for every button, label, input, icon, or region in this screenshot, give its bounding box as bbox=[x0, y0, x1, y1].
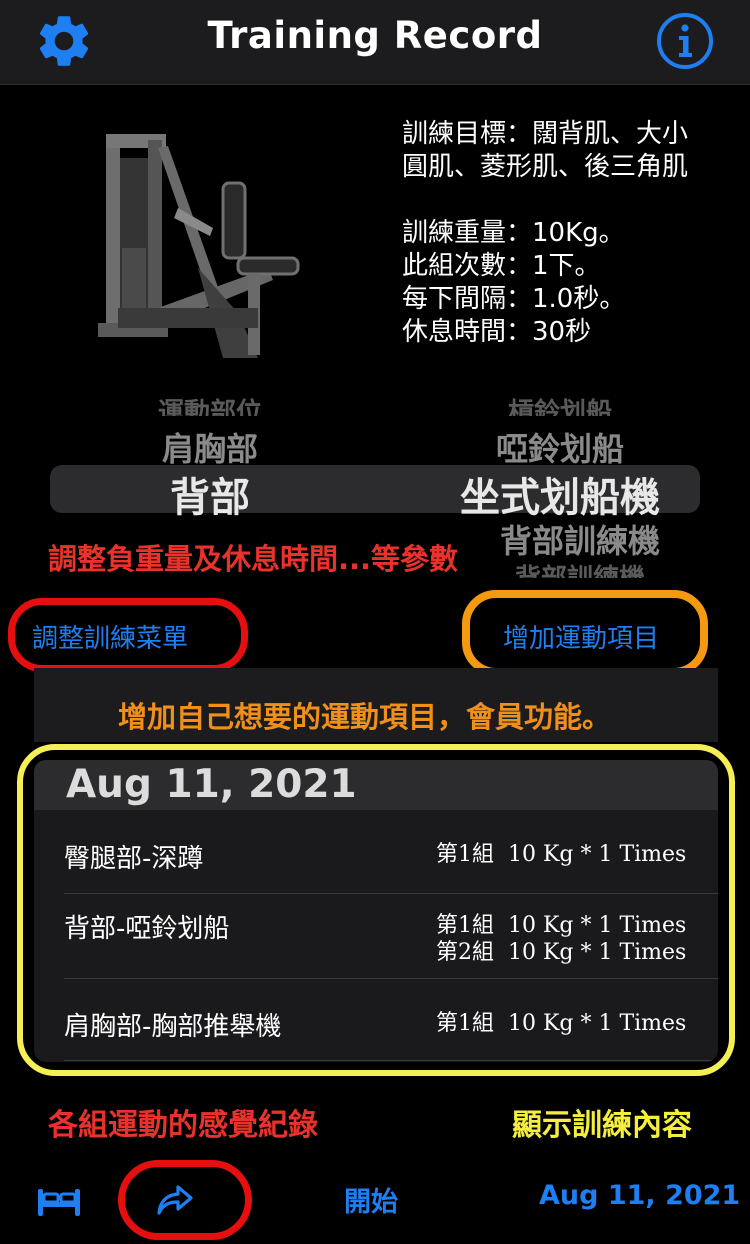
annotation-add-custom: 增加自己想要的運動項目，會員功能。 bbox=[118, 700, 612, 734]
picker-right-row[interactable]: 背部訓練機 bbox=[440, 558, 720, 578]
picker-left-selected[interactable]: 背部 bbox=[60, 465, 360, 523]
record-row-title[interactable]: 臀腿部-深蹲 bbox=[64, 838, 203, 875]
record-row-title[interactable]: 肩胸部-胸部推舉機 bbox=[64, 1006, 281, 1043]
record-row-sets: 第1組 10 Kg * 1 Times bbox=[436, 1011, 687, 1036]
record-row-title[interactable]: 背部-啞鈴划船 bbox=[64, 908, 229, 945]
record-row-sets: 第1組 10 Kg * 1 Times 第2組 10 Kg * 1 Times bbox=[436, 913, 687, 965]
record-date: Aug 11, 2021 bbox=[66, 762, 357, 807]
picker-right-selected[interactable]: 坐式划船機 bbox=[400, 465, 720, 523]
share-arrow-icon[interactable] bbox=[156, 1183, 194, 1217]
row-divider bbox=[64, 978, 718, 979]
date-selector[interactable]: Aug 11, 2021 bbox=[539, 1180, 740, 1211]
annotation-adjust-params: 調整負重量及休息時間...等參數 bbox=[48, 542, 459, 576]
nav-bar: Training Record bbox=[0, 0, 750, 85]
bed-icon[interactable] bbox=[36, 1186, 82, 1218]
section-header: Aug 11, 2021 bbox=[34, 760, 718, 810]
annotation-show-content: 顯示訓練內容 bbox=[512, 1108, 692, 1143]
exercise-info: 訓練目標：闊背肌、大小圓肌、菱形肌、後三角肌 訓練重量：10Kg。 此組次數：1… bbox=[402, 118, 732, 349]
training-record-card: Aug 11, 2021 臀腿部-深蹲 第1組 10 Kg * 1 Times … bbox=[34, 760, 718, 1062]
picker-right-row[interactable]: 背部訓練機 bbox=[440, 516, 720, 562]
add-exercise-button[interactable]: 增加運動項目 bbox=[503, 618, 659, 655]
rest-time: 休息時間：30秒 bbox=[402, 317, 592, 347]
picker-right-row[interactable]: 啞鈴划船 bbox=[400, 424, 720, 470]
start-button[interactable]: 開始 bbox=[344, 1180, 398, 1219]
info-icon[interactable] bbox=[656, 12, 714, 70]
record-row-sets: 第1組 10 Kg * 1 Times bbox=[436, 842, 687, 867]
annotation-feeling-log: 各組運動的感覺紀錄 bbox=[48, 1108, 318, 1143]
picker-left-row[interactable]: 肩胸部 bbox=[60, 424, 360, 470]
adjust-menu-button[interactable]: 調整訓練菜單 bbox=[32, 618, 188, 655]
page-title: Training Record bbox=[207, 14, 543, 57]
reps-count: 此組次數：1下。 bbox=[402, 251, 601, 281]
row-divider bbox=[64, 1060, 718, 1061]
training-weight: 訓練重量：10Kg。 bbox=[402, 218, 625, 248]
training-target: 訓練目標：闊背肌、大小圓肌、菱形肌、後三角肌 bbox=[402, 119, 689, 182]
rep-interval: 每下間隔：1.0秒。 bbox=[402, 284, 626, 314]
seated-row-machine-image bbox=[98, 134, 300, 358]
picker-right-row[interactable]: 槓鈴划船 bbox=[400, 392, 720, 416]
row-divider bbox=[64, 893, 718, 894]
picker-left-row[interactable]: 運動部位 bbox=[60, 392, 360, 416]
